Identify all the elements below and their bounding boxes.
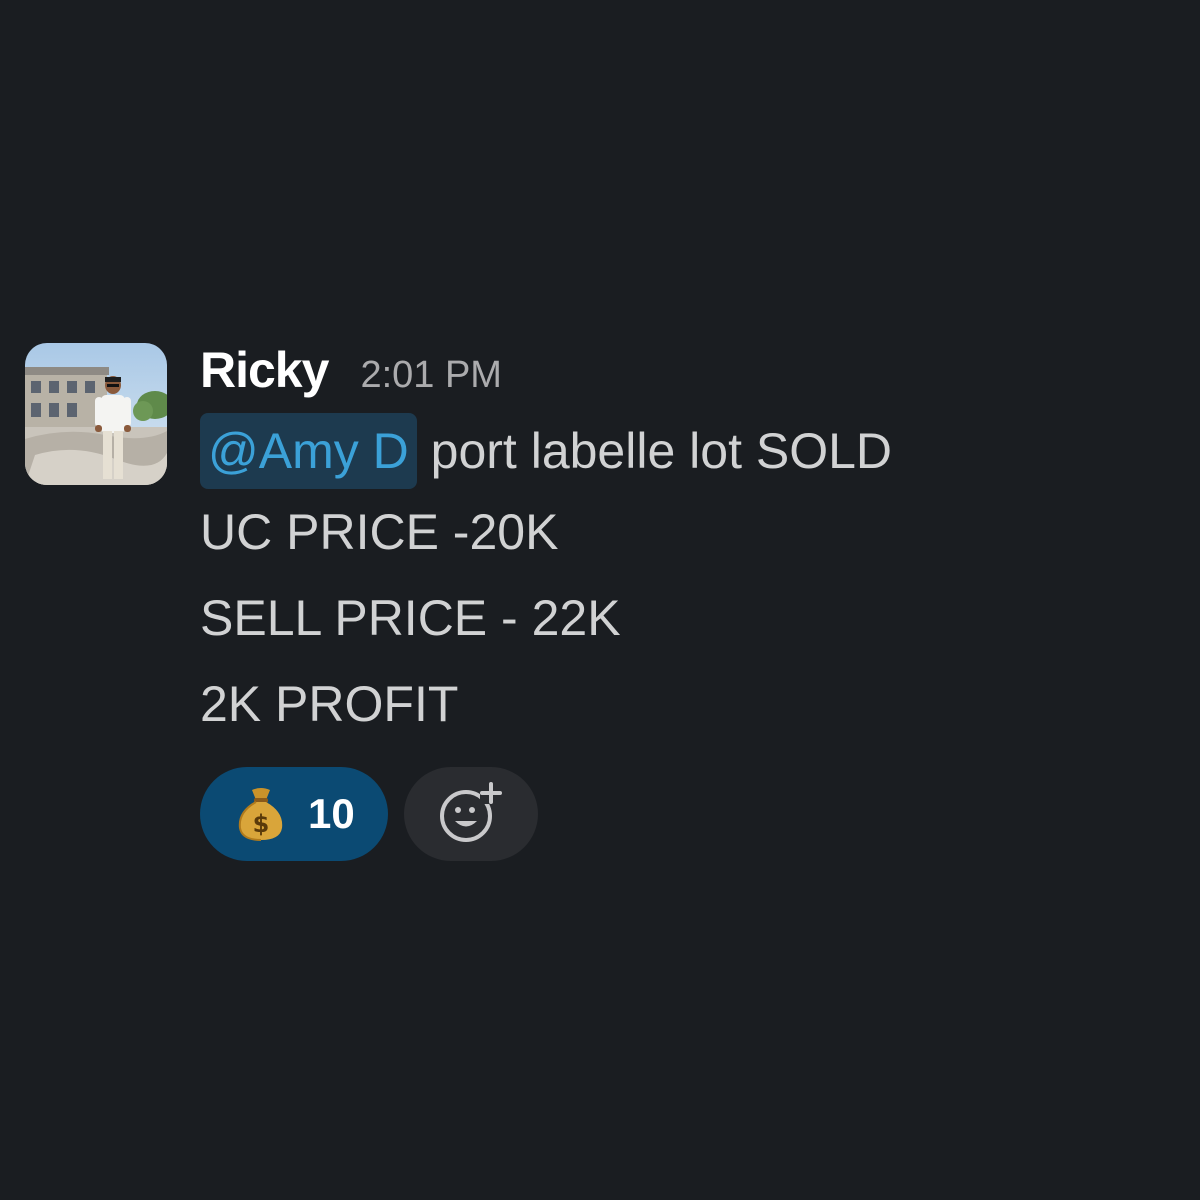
message-line-1: @Amy D port labelle lot SOLD bbox=[200, 413, 892, 489]
message-content: Ricky 2:01 PM @Amy D port labelle lot SO… bbox=[200, 341, 892, 861]
money-bag-icon: $ bbox=[236, 786, 286, 842]
user-mention[interactable]: @Amy D bbox=[200, 413, 417, 489]
reaction-money-bag[interactable]: $ 10 bbox=[200, 767, 388, 861]
message-text-1: port labelle lot SOLD bbox=[416, 423, 893, 479]
add-reaction-button[interactable] bbox=[403, 767, 538, 861]
reaction-count: 10 bbox=[308, 790, 355, 837]
message-line-4: 2K PROFIT bbox=[200, 676, 459, 732]
author-name[interactable]: Ricky bbox=[200, 341, 329, 399]
avatar-photo bbox=[25, 343, 167, 485]
message-line-3: SELL PRICE - 22K bbox=[200, 590, 621, 646]
message-line-2: UC PRICE -20K bbox=[200, 504, 559, 560]
message-header: Ricky 2:01 PM bbox=[200, 341, 892, 405]
message-row: Ricky 2:01 PM @Amy D port labelle lot SO… bbox=[25, 341, 1175, 861]
svg-text:$: $ bbox=[253, 810, 270, 838]
avatar[interactable] bbox=[25, 343, 167, 485]
slack-message-view: Ricky 2:01 PM @Amy D port labelle lot SO… bbox=[0, 0, 1200, 1200]
message-timestamp[interactable]: 2:01 PM bbox=[360, 354, 502, 397]
add-reaction-icon bbox=[438, 780, 504, 849]
reactions-bar: $ 10 bbox=[200, 767, 892, 861]
